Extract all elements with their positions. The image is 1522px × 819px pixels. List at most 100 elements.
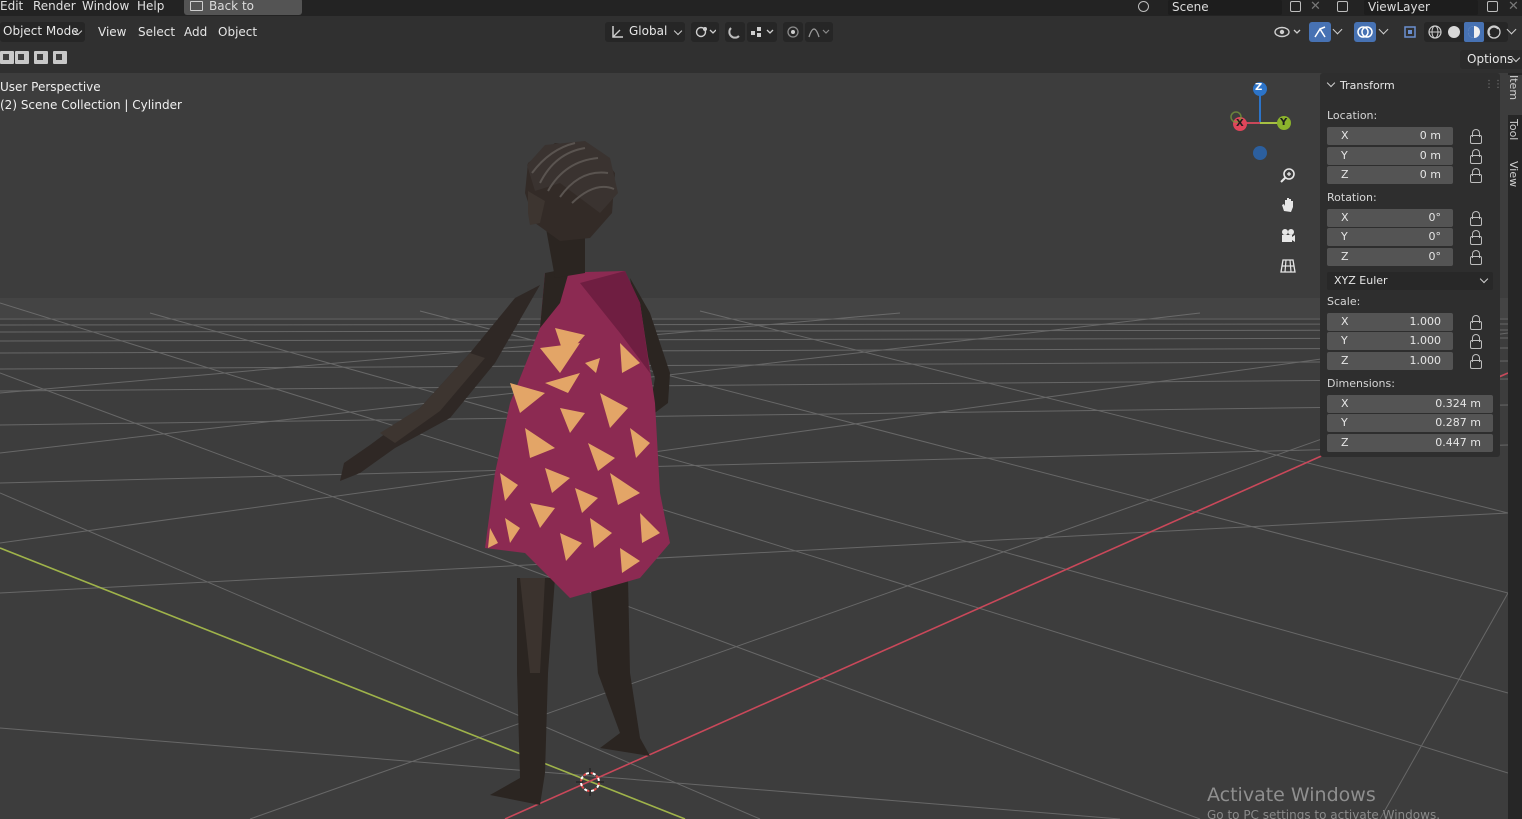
viewport-collection-label: (2) Scene Collection | Cylinder [0, 98, 182, 112]
location-x-field[interactable]: X0 m [1327, 127, 1453, 145]
dimensions-x-field[interactable]: X 0.324 m [1327, 395, 1493, 413]
activate-windows-subtitle: Go to PC settings to activate Windows. [1207, 808, 1441, 819]
rotation-z-lock-icon[interactable] [1470, 250, 1482, 265]
gizmo-y-label: Y [1280, 117, 1288, 128]
zoom-icon [1280, 168, 1295, 183]
xray-icon [1404, 26, 1416, 38]
back-to-previous-button[interactable]: Back to Previous [184, 0, 302, 29]
tab-view[interactable]: View [1507, 161, 1522, 195]
scale-z-field[interactable]: Z 1.000 [1327, 352, 1453, 370]
new-scene-icon[interactable] [1290, 1, 1301, 12]
scale-x-field[interactable]: X 1.000 [1327, 313, 1453, 331]
header-menu-view[interactable]: View [98, 25, 126, 39]
gizmo-x-label: X [1236, 118, 1244, 129]
perspective-toggle-button[interactable] [1276, 254, 1300, 278]
tab-tool[interactable]: Tool [1507, 119, 1522, 153]
scene-icon[interactable] [1138, 1, 1149, 12]
mode-dropdown[interactable]: Object Mode [0, 22, 85, 42]
shading-mode-group [1424, 22, 1508, 42]
rotation-mode-label: XYZ Euler [1334, 274, 1388, 287]
gizmo-toggle[interactable] [1309, 22, 1331, 42]
dimensions-z-field[interactable]: Z 0.447 m [1327, 434, 1493, 452]
activate-windows-watermark: Activate Windows [1207, 784, 1376, 806]
close-scene-icon[interactable]: ✕ [1310, 0, 1321, 14]
header-menu-add[interactable]: Add [184, 25, 207, 39]
wireframe-shading-icon[interactable] [1428, 25, 1442, 39]
scene-name: Scene [1172, 0, 1209, 14]
rotation-y-field[interactable]: Y 0° [1327, 228, 1453, 246]
magnet-icon [728, 27, 740, 39]
rotation-label: Rotation: [1327, 191, 1377, 204]
rotation-x-lock-icon[interactable] [1470, 211, 1482, 226]
falloff-dropdown[interactable] [805, 22, 833, 42]
menu-help[interactable]: Help [137, 0, 164, 14]
options-label: Options [1467, 52, 1514, 66]
floor-grid [0, 302, 1508, 819]
snap-toggle[interactable] [725, 22, 745, 42]
menu-render[interactable]: Render [33, 0, 76, 14]
new-view-layer-icon[interactable] [1487, 1, 1498, 12]
orientation-icon [612, 26, 623, 38]
back-icon [190, 1, 203, 11]
top-menu-bar: Edit Render Window Help Back to Previous… [0, 0, 1522, 29]
pivot-icon [695, 26, 716, 38]
collapse-chevron-icon[interactable] [1326, 78, 1336, 88]
scale-x-lock-icon[interactable] [1470, 315, 1482, 330]
view-layer-icon[interactable] [1337, 1, 1348, 12]
eye-icon [1274, 26, 1301, 38]
transform-panel-title[interactable]: Transform [1340, 79, 1395, 92]
transform-orientation-dropdown[interactable]: Global [605, 22, 685, 42]
pan-button[interactable] [1276, 193, 1300, 217]
location-x-lock-icon[interactable] [1470, 129, 1482, 144]
overlays-toggle[interactable] [1354, 22, 1376, 42]
xray-toggle[interactable] [1400, 22, 1420, 42]
tool-settings-bar [0, 46, 1522, 73]
gizmo-icon [1314, 26, 1326, 38]
visibility-dropdown[interactable] [1272, 22, 1304, 42]
snap-target-dropdown[interactable] [747, 22, 777, 42]
drag-handle-icon[interactable]: ⋮⋮ [1484, 79, 1503, 90]
header-menu-object[interactable]: Object [218, 25, 257, 39]
rotation-mode-dropdown[interactable]: XYZ Euler [1327, 272, 1493, 290]
camera-view-button[interactable] [1276, 224, 1300, 248]
scale-z-lock-icon[interactable] [1470, 354, 1482, 369]
location-y-field[interactable]: Y0 m [1327, 147, 1453, 165]
select-new-icon[interactable] [0, 51, 14, 64]
close-view-layer-icon[interactable]: ✕ [1508, 0, 1519, 14]
viewport-perspective-label: User Perspective [0, 80, 101, 94]
scale-label: Scale: [1327, 295, 1361, 308]
mode-label: Object Mode [3, 24, 79, 38]
header-menu-select[interactable]: Select [138, 25, 175, 39]
scene-field[interactable]: Scene [1168, 0, 1282, 15]
tab-item[interactable]: Item [1507, 75, 1522, 115]
location-z-field[interactable]: Z0 m [1327, 166, 1453, 184]
rotation-x-field[interactable]: X 0° [1327, 209, 1453, 227]
rotation-y-lock-icon[interactable] [1470, 230, 1482, 245]
dimensions-y-field[interactable]: Y 0.287 m [1327, 414, 1493, 432]
scale-y-lock-icon[interactable] [1470, 334, 1482, 349]
material-preview-shading-button[interactable] [1464, 22, 1484, 42]
zoom-button[interactable] [1276, 163, 1300, 187]
solid-shading-icon[interactable] [1447, 25, 1461, 39]
select-extend-icon[interactable] [15, 51, 29, 64]
chevron-down-icon [673, 26, 683, 36]
pivot-point-button[interactable] [691, 22, 719, 42]
dimensions-label: Dimensions: [1327, 377, 1395, 390]
proportional-edit-toggle[interactable] [783, 22, 803, 42]
location-y-lock-icon[interactable] [1470, 149, 1482, 164]
menu-window[interactable]: Window [82, 0, 129, 14]
snap-increment-icon [751, 27, 774, 37]
rendered-shading-icon[interactable] [1487, 25, 1501, 39]
camera-icon [1282, 229, 1295, 242]
falloff-icon [808, 28, 830, 38]
scale-y-field[interactable]: Y 1.000 [1327, 332, 1453, 350]
options-dropdown[interactable]: Options [1460, 50, 1522, 69]
select-intersect-icon[interactable] [53, 51, 67, 64]
hand-icon [1282, 198, 1293, 212]
view-layer-field[interactable]: ViewLayer [1364, 0, 1478, 15]
menu-edit[interactable]: Edit [0, 0, 23, 14]
proportional-icon [787, 26, 799, 38]
rotation-z-field[interactable]: Z 0° [1327, 248, 1453, 266]
select-subtract-icon[interactable] [34, 51, 48, 64]
location-z-lock-icon[interactable] [1470, 168, 1482, 183]
